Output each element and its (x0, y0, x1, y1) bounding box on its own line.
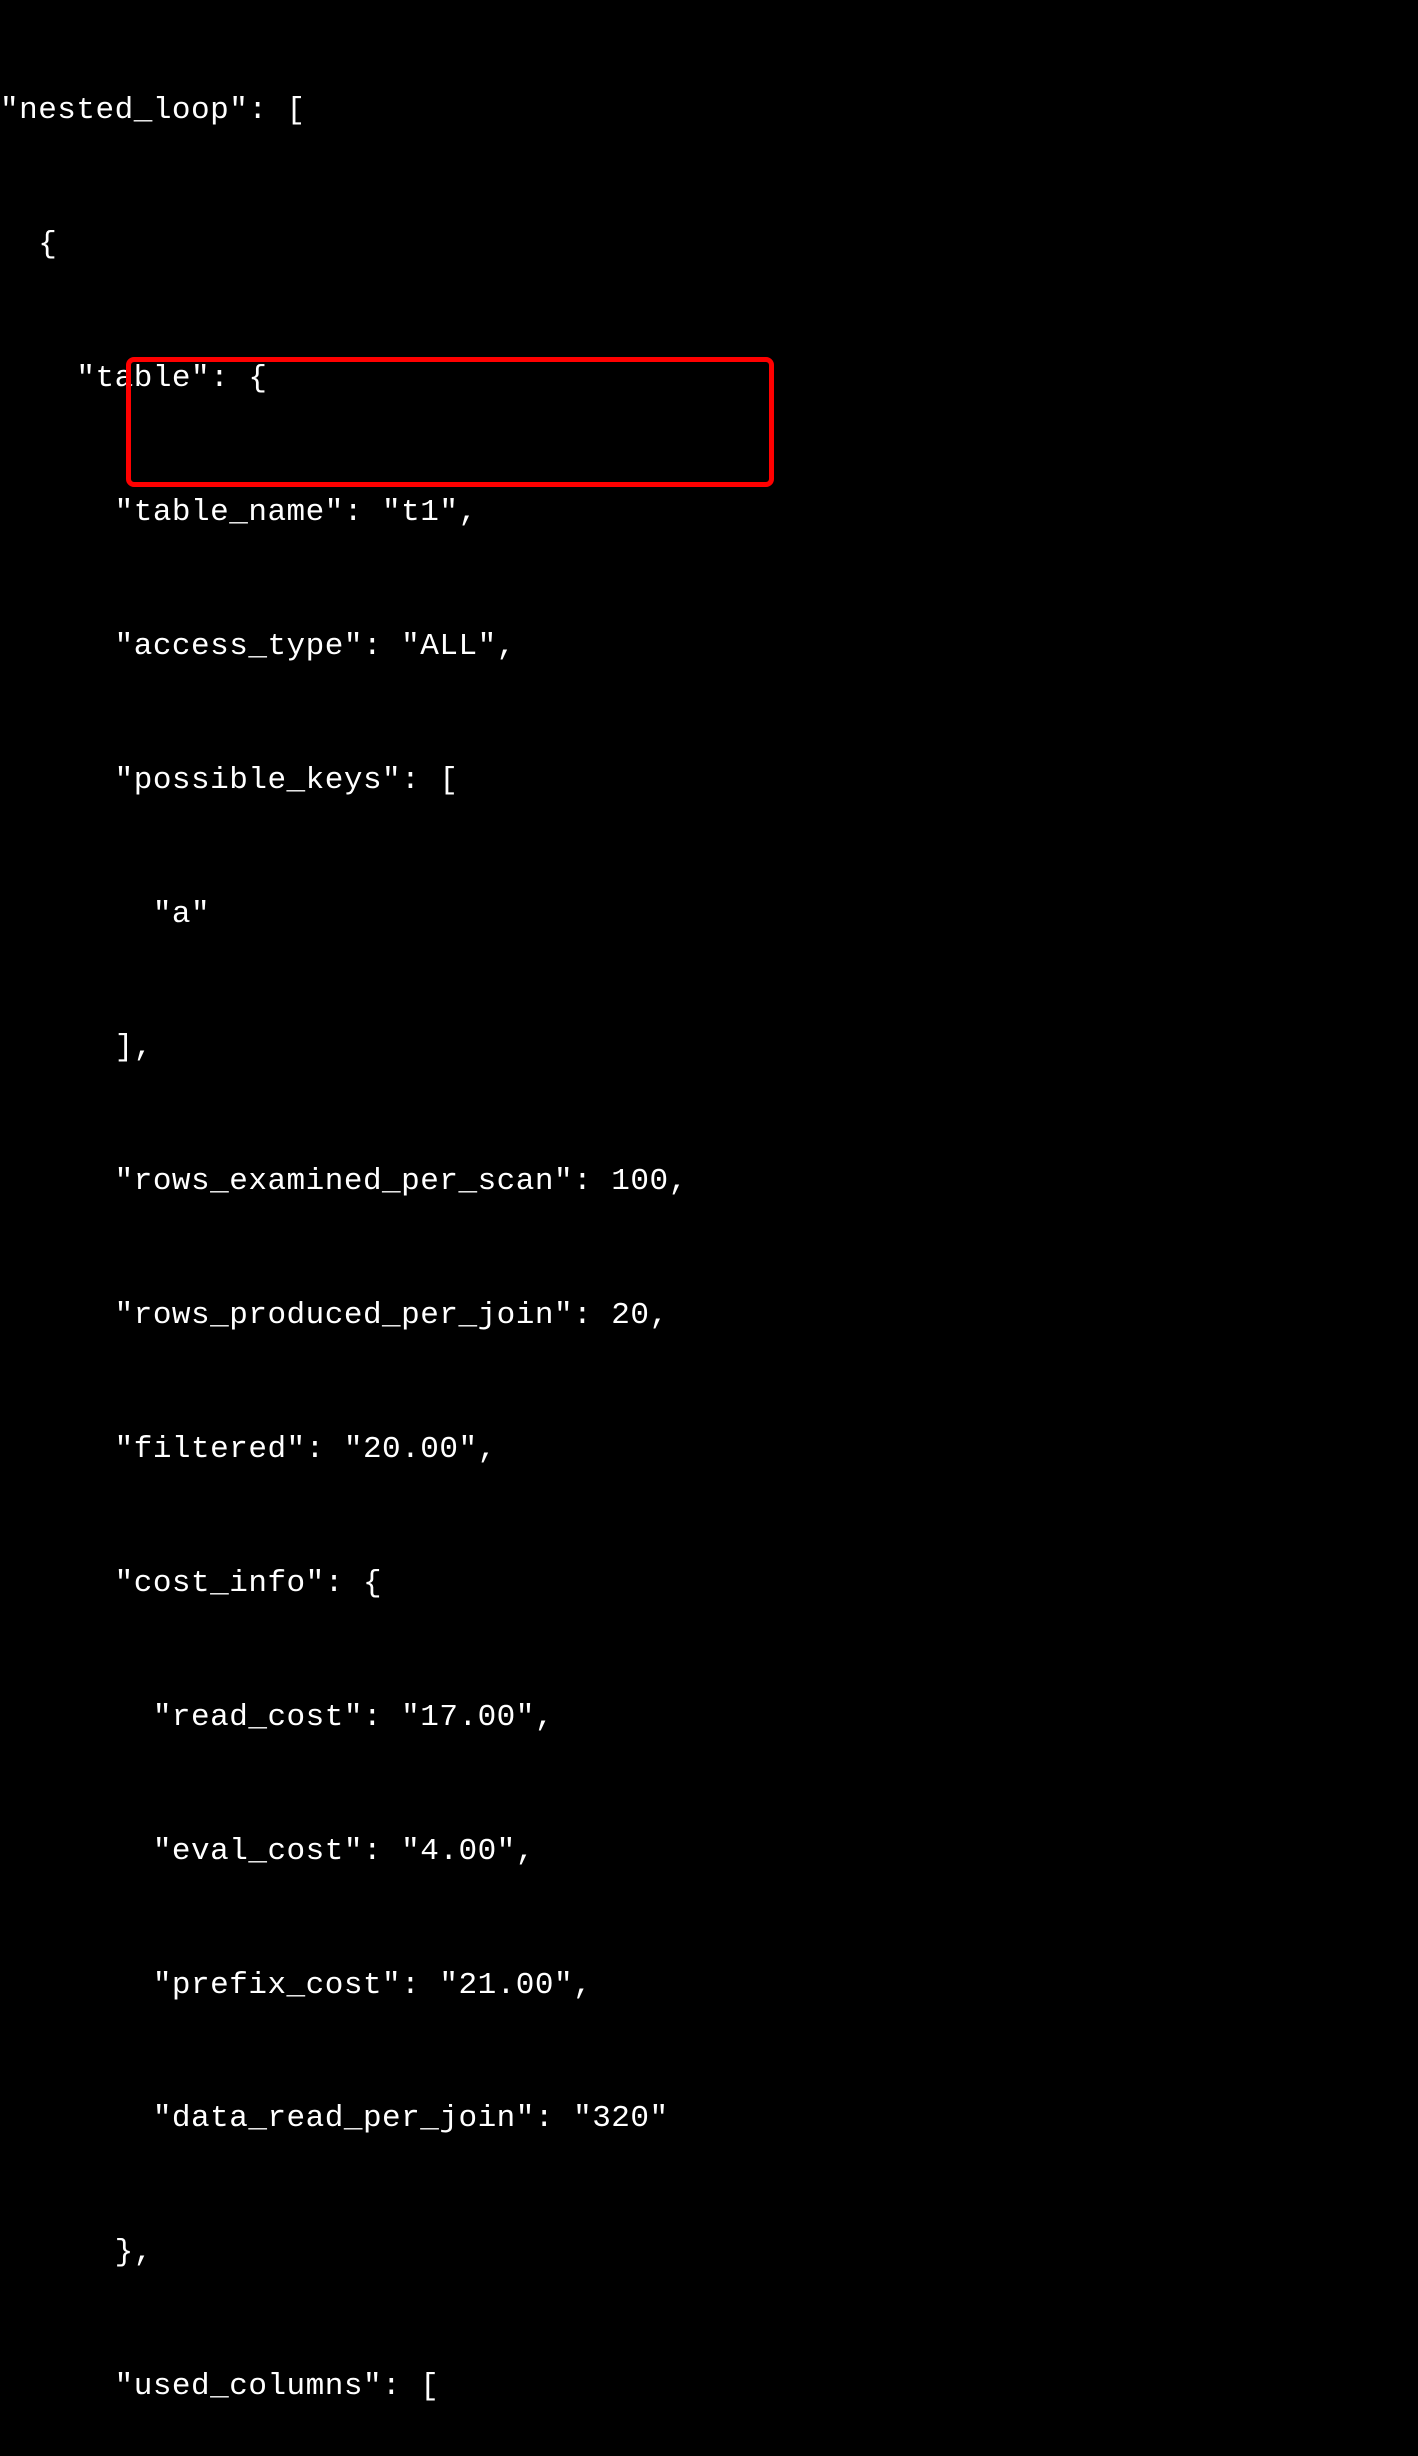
code-line: { (0, 223, 1418, 268)
code-line: "table_name": "t1", (0, 491, 1418, 536)
code-line: "prefix_cost": "21.00", (0, 1964, 1418, 2009)
code-line: "table": { (0, 357, 1418, 402)
code-line: "read_cost": "17.00", (0, 1696, 1418, 1741)
code-line: "eval_cost": "4.00", (0, 1830, 1418, 1875)
code-line: ], (0, 1026, 1418, 1071)
code-line: "nested_loop": [ (0, 89, 1418, 134)
code-line: "possible_keys": [ (0, 759, 1418, 804)
code-block: "nested_loop": [ { "table": { "table_nam… (0, 0, 1418, 2456)
code-line: "access_type": "ALL", (0, 625, 1418, 670)
code-line: "a" (0, 893, 1418, 938)
code-line: "used_columns": [ (0, 2365, 1418, 2410)
code-line: }, (0, 2231, 1418, 2276)
code-line-highlighted: "filtered": "20.00", (0, 1428, 1418, 1473)
code-line-highlighted: "rows_produced_per_join": 20, (0, 1294, 1418, 1339)
code-line-highlighted: "rows_examined_per_scan": 100, (0, 1160, 1418, 1205)
code-line: "data_read_per_join": "320" (0, 2097, 1418, 2142)
code-line: "cost_info": { (0, 1562, 1418, 1607)
